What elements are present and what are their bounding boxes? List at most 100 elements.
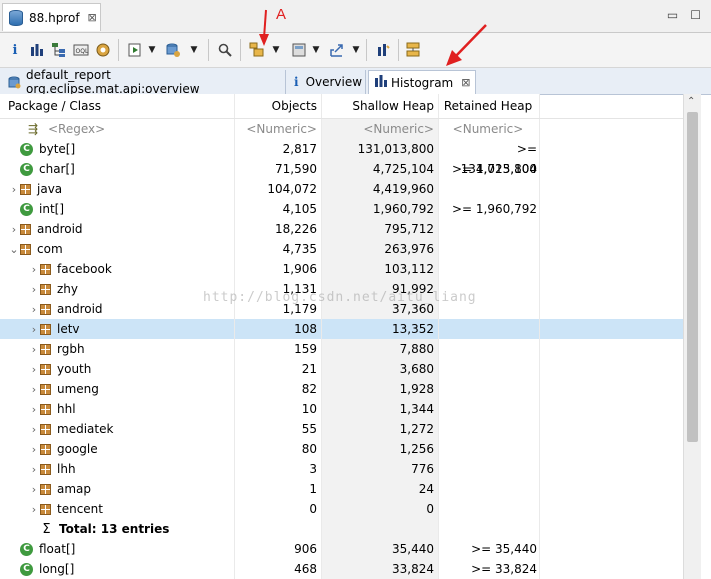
cell-shallow-heap: 0 (322, 499, 439, 519)
close-icon[interactable]: ⊠ (88, 11, 97, 24)
package-icon (40, 343, 51, 355)
chevron-right-icon[interactable]: › (28, 463, 40, 476)
histogram-icon[interactable] (28, 41, 46, 59)
chevron-down-icon[interactable]: ▼ (148, 41, 156, 59)
editor-tab-88-hprof[interactable]: 88.hprof ⊠ (2, 3, 101, 31)
row-name: zhy (57, 282, 79, 296)
table-row[interactable]: › mediatek 55 1,272 (0, 419, 683, 439)
table-row[interactable]: › youth 21 3,680 (0, 359, 683, 379)
tab-default-report[interactable]: default_report org.eclipse.mat.api:overv… (2, 68, 286, 96)
row-name: hhl (57, 402, 76, 416)
table-row[interactable]: Cint[] 4,105 1,960,792 >= 1,960,792 (0, 199, 683, 219)
chevron-right-icon[interactable]: › (8, 223, 20, 236)
cell-retained-heap (439, 439, 540, 459)
table-row[interactable]: Cfloat[] 906 35,440 >= 35,440 (0, 539, 683, 559)
shallow-heap-filter-input[interactable]: <Numeric> (322, 119, 439, 139)
chevron-right-icon[interactable]: › (28, 283, 40, 296)
table-row[interactable]: › hhl 10 1,344 (0, 399, 683, 419)
table-row[interactable]: › lhh 3 776 (0, 459, 683, 479)
table-row[interactable]: › letv 108 13,352 (0, 319, 683, 339)
chevron-right-icon[interactable]: › (28, 303, 40, 316)
close-icon[interactable]: ⊠ (461, 76, 470, 89)
chevron-down-icon[interactable]: ⌄ (8, 243, 20, 256)
annotation-label: A (276, 6, 287, 23)
table-row[interactable]: ⌄ com 4,735 263,976 (0, 239, 683, 259)
chevron-right-icon[interactable]: › (8, 183, 20, 196)
info-icon[interactable]: i (6, 41, 24, 59)
cell-shallow-heap: 4,725,104 (322, 159, 439, 179)
table-row[interactable]: › tencent 0 0 (0, 499, 683, 519)
package-icon (20, 243, 31, 255)
chevron-right-icon[interactable]: › (28, 503, 40, 516)
cell-objects: 71,590 (235, 159, 322, 179)
chevron-right-icon[interactable]: › (28, 403, 40, 416)
column-header-package-class[interactable]: Package / Class (0, 94, 235, 118)
cell-retained-heap (439, 239, 540, 259)
chevron-right-icon[interactable]: › (28, 423, 40, 436)
row-name: mediatek (57, 422, 114, 436)
scroll-up-icon[interactable]: ⌃ (687, 96, 695, 107)
minimize-icon[interactable]: ▭ (667, 8, 678, 22)
pin-icon[interactable] (374, 41, 392, 59)
table-row[interactable]: › umeng 82 1,928 (0, 379, 683, 399)
cell-package-class: › letv (0, 319, 235, 339)
chevron-down-icon[interactable]: ▼ (312, 41, 320, 59)
table-body: Cbyte[] 2,817 131,013,800 >= 131,013,800 Cch… (0, 139, 683, 579)
cell-retained-heap (439, 379, 540, 399)
oql-icon[interactable]: OQL (72, 41, 90, 59)
search-icon[interactable] (216, 41, 234, 59)
query-browser-icon[interactable] (164, 41, 182, 59)
chevron-right-icon[interactable]: › (28, 343, 40, 356)
cell-shallow-heap: 1,272 (322, 419, 439, 439)
cell-retained-heap (439, 319, 540, 339)
row-name: google (57, 442, 98, 456)
chevron-right-icon[interactable]: › (28, 383, 40, 396)
chevron-down-icon[interactable]: ▼ (352, 41, 360, 59)
regex-filter-cell[interactable]: ⇶ <Regex> (0, 119, 235, 139)
chevron-right-icon[interactable]: › (28, 483, 40, 496)
row-name: letv (57, 322, 80, 336)
chevron-right-icon[interactable]: › (28, 263, 40, 276)
retained-heap-filter-input[interactable]: <Numeric> (439, 119, 540, 139)
thread-overview-icon[interactable] (94, 41, 112, 59)
cell-objects: 108 (235, 319, 322, 339)
vertical-scrollbar[interactable]: ⌃ (683, 94, 701, 579)
table-row[interactable]: › google 80 1,256 (0, 439, 683, 459)
objects-filter-input[interactable]: <Numeric> (235, 119, 322, 139)
compare-icon[interactable] (404, 41, 422, 59)
package-icon (40, 403, 51, 415)
regex-filter-input[interactable]: <Regex> (48, 122, 105, 136)
chevron-down-icon[interactable]: ▼ (190, 41, 198, 59)
table-row[interactable]: Clong[] 468 33,824 >= 33,824 (0, 559, 683, 579)
calculate-retained-icon[interactable] (290, 41, 308, 59)
cell-package-class: › facebook (0, 259, 235, 279)
row-name: umeng (57, 382, 99, 396)
column-header-retained-heap[interactable]: Retained Heap (439, 94, 540, 118)
toolbar-separator (398, 39, 399, 61)
scrollbar-thumb[interactable] (687, 112, 698, 442)
chevron-right-icon[interactable]: › (28, 363, 40, 376)
column-header-objects[interactable]: Objects (235, 94, 322, 118)
table-row[interactable]: › rgbh 159 7,880 (0, 339, 683, 359)
tab-overview[interactable]: i Overview (288, 70, 366, 94)
export-icon[interactable] (328, 41, 346, 59)
table-row[interactable]: Cbyte[] 2,817 131,013,800 >= 131,013,800 (0, 139, 683, 176)
table-row[interactable]: › facebook 1,906 103,112 (0, 259, 683, 279)
cell-shallow-heap: 3,680 (322, 359, 439, 379)
run-report-icon[interactable] (126, 41, 144, 59)
table-row[interactable]: › android 18,226 795,712 (0, 219, 683, 239)
chevron-right-icon[interactable]: › (28, 323, 40, 336)
table-row[interactable]: › amap 1 24 (0, 479, 683, 499)
package-icon (40, 303, 51, 315)
maximize-icon[interactable]: ☐ (690, 8, 701, 22)
chevron-right-icon[interactable]: › (28, 443, 40, 456)
table-row[interactable]: Cchar[] 71,590 4,725,104 >= 4,725,104 (0, 159, 683, 179)
table-row[interactable]: › java 104,072 4,419,960 (0, 179, 683, 199)
cell-objects: 4,735 (235, 239, 322, 259)
column-header-shallow-heap[interactable]: Shallow Heap (322, 94, 439, 118)
cell-package-class: › lhh (0, 459, 235, 479)
cell-retained-heap: >= 33,824 (439, 559, 540, 579)
dominator-tree-icon[interactable] (50, 41, 68, 59)
tab-histogram[interactable]: Histogram ⊠ (368, 70, 476, 94)
table-row[interactable]: Σ Total: 13 entries (0, 519, 683, 539)
